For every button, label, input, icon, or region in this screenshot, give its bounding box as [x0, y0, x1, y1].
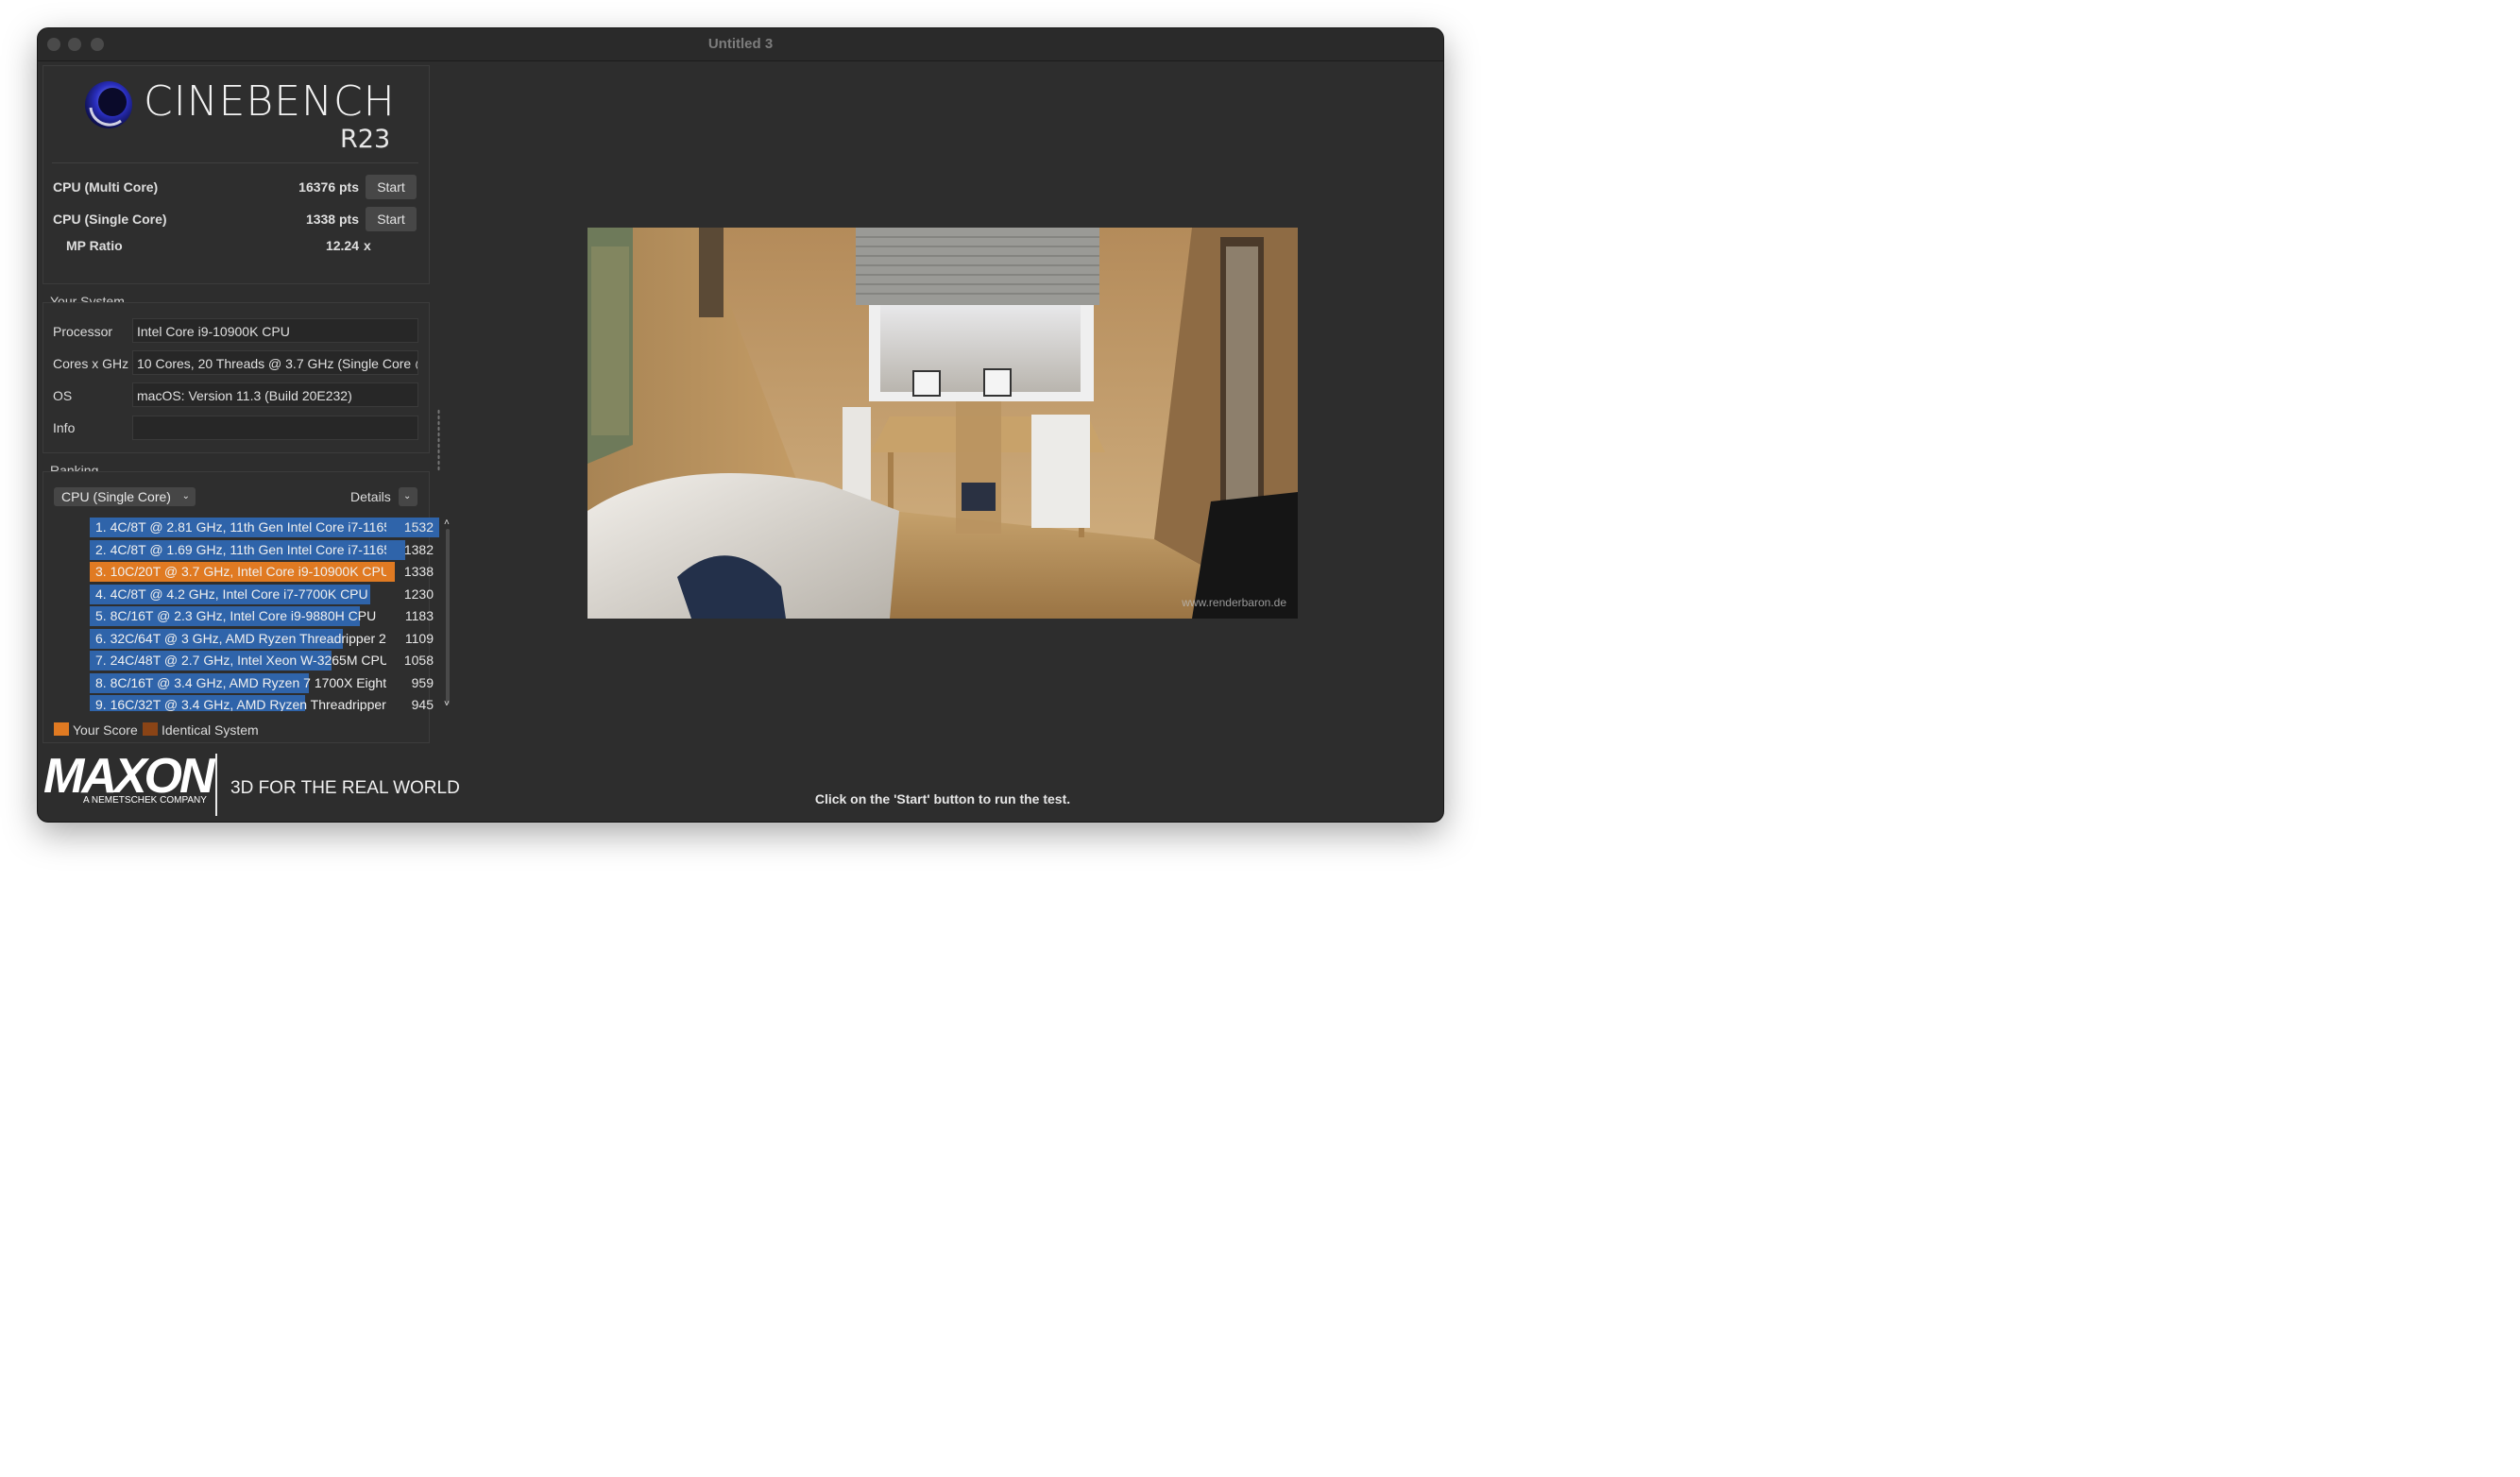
mp-ratio-label: MP Ratio [66, 238, 123, 253]
mp-ratio-value: 12.24 [325, 238, 359, 253]
os-field[interactable]: macOS: Version 11.3 (Build 20E232) [132, 382, 418, 407]
ranking-row[interactable]: 9. 16C/32T @ 3.4 GHz, AMD Ryzen Threadri… [90, 695, 439, 711]
ranking-list[interactable]: 1. 4C/8T @ 2.81 GHz, 11th Gen Intel Core… [90, 518, 439, 711]
title-bar: Untitled 3 [38, 28, 1443, 61]
details-dropdown[interactable]: ⌄ [399, 487, 417, 506]
ranking-score: 945 [411, 697, 434, 711]
multi-core-label: CPU (Multi Core) [53, 179, 159, 195]
ranking-score: 1109 [404, 630, 434, 646]
multi-core-score: 16376 pts [298, 179, 359, 195]
multi-core-start-button[interactable]: Start [366, 175, 417, 199]
cores-ghz-field[interactable]: 10 Cores, 20 Threads @ 3.7 GHz (Single C… [132, 350, 418, 375]
cinebench-logo-icon [85, 81, 132, 128]
divider [52, 162, 418, 163]
ranking-row[interactable]: 5. 8C/16T @ 2.3 GHz, Intel Core i9-9880H… [90, 606, 439, 626]
ranking-row[interactable]: 6. 32C/64T @ 3 GHz, AMD Ryzen Threadripp… [90, 628, 439, 649]
ranking-score: 1058 [403, 653, 434, 668]
window-title: Untitled 3 [707, 36, 774, 52]
cores-ghz-label: Cores x GHz [53, 356, 129, 371]
identical-system-swatch [143, 722, 158, 736]
ranking-row[interactable]: 1. 4C/8T @ 2.81 GHz, 11th Gen Intel Core… [90, 518, 439, 537]
single-core-score: 1338 pts [305, 212, 359, 227]
chevron-down-icon: ⌄ [181, 491, 190, 501]
ranking-row[interactable]: 2. 4C/8T @ 1.69 GHz, 11th Gen Intel Core… [90, 539, 439, 560]
ranking-score: 1230 [403, 586, 434, 602]
render-viewport: www.renderbaron.de [587, 228, 1298, 619]
ranking-score: 1183 [404, 608, 434, 623]
ranking-mode-value: CPU (Single Core) [61, 489, 171, 504]
app-version: R23 [340, 125, 391, 154]
ranking-label: 5. 8C/16T @ 2.3 GHz, Intel Core i9-9880H… [95, 608, 377, 623]
processor-label: Processor [53, 324, 113, 339]
ranking-mode-dropdown[interactable]: CPU (Single Core) ⌄ [54, 487, 196, 506]
single-core-label: CPU (Single Core) [53, 212, 167, 227]
info-field[interactable] [132, 416, 418, 440]
render-preview-image [587, 228, 1298, 619]
chevron-down-icon: ⌄ [403, 491, 412, 501]
tagline: 3D FOR THE REAL WORLD [230, 778, 460, 798]
panel-resize-handle[interactable] [437, 409, 440, 471]
ranking-row[interactable]: 7. 24C/48T @ 2.7 GHz, Intel Xeon W-3265M… [90, 651, 439, 671]
your-score-legend: Your Score [73, 722, 138, 738]
render-watermark: www.renderbaron.de [1182, 596, 1286, 609]
details-label: Details [350, 489, 391, 504]
ranking-label: 7. 24C/48T @ 2.7 GHz, Intel Xeon W-3265M… [95, 653, 386, 668]
ranking-score: 1382 [403, 541, 434, 557]
ranking-score: 1532 [403, 519, 434, 535]
ranking-label: 3. 10C/20T @ 3.7 GHz, Intel Core i9-1090… [95, 564, 386, 579]
ranking-label: 8. 8C/16T @ 3.4 GHz, AMD Ryzen 7 1700X E… [95, 674, 386, 690]
ranking-label: 2. 4C/8T @ 1.69 GHz, 11th Gen Intel Core… [95, 541, 386, 557]
single-core-start-button[interactable]: Start [366, 207, 417, 231]
ranking-row[interactable]: 8. 8C/16T @ 3.4 GHz, AMD Ryzen 7 1700X E… [90, 672, 439, 693]
status-message: Click on the 'Start' button to run the t… [814, 791, 1071, 806]
brand-divider [215, 754, 217, 816]
ranking-label: 6. 32C/64T @ 3 GHz, AMD Ryzen Threadripp… [95, 630, 386, 646]
maxon-subtitle: A NEMETSCHEK COMPANY [83, 795, 207, 806]
scroll-up-icon[interactable]: ˄ [444, 518, 450, 528]
os-label: OS [53, 388, 73, 403]
scroll-down-icon[interactable]: ˅ [444, 699, 450, 709]
ranking-score: 1338 [403, 564, 434, 579]
app-window: Untitled 3 CINEBENCH R23 CPU (Multi Core… [38, 28, 1443, 822]
ranking-label: 9. 16C/32T @ 3.4 GHz, AMD Ryzen Threadri… [95, 697, 386, 711]
ranking-row[interactable]: 4. 4C/8T @ 4.2 GHz, Intel Core i7-7700K … [90, 584, 439, 604]
ranking-label: 4. 4C/8T @ 4.2 GHz, Intel Core i7-7700K … [95, 586, 368, 602]
mp-ratio-unit: x [364, 238, 371, 253]
ranking-scrollbar[interactable] [446, 529, 450, 705]
your-score-swatch [54, 722, 69, 736]
ranking-label: 1. 4C/8T @ 2.81 GHz, 11th Gen Intel Core… [95, 519, 386, 535]
processor-field[interactable]: Intel Core i9-10900K CPU [132, 318, 418, 343]
ranking-score: 959 [411, 674, 434, 690]
info-label: Info [53, 420, 76, 435]
identical-system-legend: Identical System [162, 722, 259, 738]
ranking-row[interactable]: 3. 10C/20T @ 3.7 GHz, Intel Core i9-1090… [90, 562, 439, 582]
app-name: CINEBENCH [144, 77, 396, 126]
